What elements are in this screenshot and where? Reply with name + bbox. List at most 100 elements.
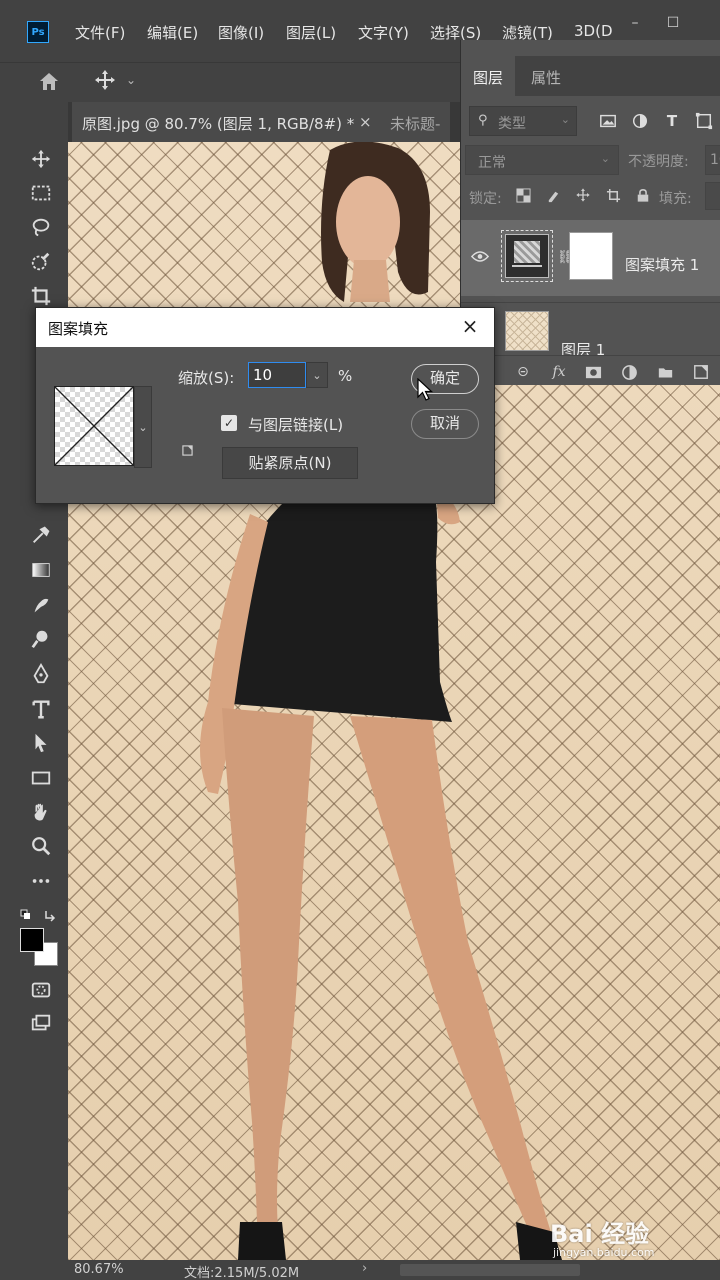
dialog-title: 图案填充 (48, 320, 109, 338)
gradient-icon[interactable] (28, 557, 54, 583)
new-layer-icon[interactable] (691, 362, 711, 382)
opacity-label: 不透明度: (628, 154, 689, 170)
lock-transparent-icon[interactable] (513, 185, 533, 205)
layer-row-pattern-fill[interactable]: ⛓ 图案填充 1 (461, 220, 720, 296)
dodge-icon[interactable] (28, 626, 54, 652)
scale-input[interactable]: 10 (248, 362, 306, 388)
fill-input[interactable] (705, 182, 720, 210)
document-tab-bar: 原图.jpg @ 80.7% (图层 1, RGB/8#) * × 未标题- (68, 102, 460, 142)
tab-properties[interactable]: 属性 (519, 56, 573, 96)
maximize-button[interactable]: ☐ (660, 12, 686, 34)
more-tools-icon[interactable] (28, 868, 54, 894)
filter-type-label: 类型 (498, 116, 526, 132)
lock-pixels-icon[interactable] (543, 185, 563, 205)
move-tool-icon[interactable] (28, 146, 54, 172)
crop-icon[interactable] (28, 283, 54, 309)
chevron-down-icon[interactable]: ⌄ (306, 362, 328, 388)
layer-mask-thumbnail[interactable] (569, 232, 613, 280)
pen-icon[interactable] (28, 661, 54, 687)
hand-icon[interactable] (28, 799, 54, 825)
adjustment-layer-icon[interactable] (619, 362, 639, 382)
tab-layers[interactable]: 图层 (461, 56, 516, 96)
folder-icon[interactable] (655, 362, 675, 382)
menu-type[interactable]: 文字(Y) (358, 22, 409, 43)
dialog-titlebar: 图案填充 × (36, 308, 494, 347)
tools-panel (0, 102, 68, 1280)
panel-tab-bar: 图层 属性 (461, 56, 720, 96)
minimize-button[interactable]: – (622, 12, 648, 34)
smudge-icon[interactable] (28, 592, 54, 618)
chevron-down-icon[interactable]: ⌄ (126, 73, 136, 87)
blend-mode-select[interactable]: 正常 ⌄ (465, 145, 619, 175)
menu-image[interactable]: 图像(I) (218, 22, 264, 43)
filter-shape-icon[interactable] (693, 110, 715, 132)
filter-adjustment-icon[interactable] (629, 110, 651, 132)
lock-position-icon[interactable] (573, 185, 593, 205)
menu-file[interactable]: 文件(F) (75, 22, 125, 43)
swap-colors-icon[interactable] (20, 907, 60, 922)
home-icon[interactable] (36, 70, 64, 96)
menu-layer[interactable]: 图层(L) (286, 22, 336, 43)
link-with-layer-checkbox[interactable]: ✓ (221, 415, 237, 431)
options-bar: ⌄ (0, 62, 460, 102)
quick-select-icon[interactable] (28, 249, 54, 275)
move-icon[interactable] (93, 68, 119, 94)
eye-icon[interactable] (470, 250, 491, 266)
marquee-icon[interactable] (28, 180, 54, 206)
chevron-down-icon: ⌄ (600, 152, 610, 165)
filter-icons: T (597, 110, 720, 134)
watermark-url: jingyan.baidu.com (553, 1246, 655, 1259)
layers-panel-footer: ⊝ fx (461, 355, 720, 385)
horizontal-scrollbar[interactable] (400, 1264, 580, 1276)
scale-unit: % (338, 367, 353, 385)
close-icon[interactable]: × (458, 314, 482, 338)
search-icon: ⚲ (478, 113, 488, 128)
close-icon[interactable]: × (359, 113, 372, 131)
menu-edit[interactable]: 编辑(E) (147, 22, 198, 43)
mouse-cursor-icon (417, 378, 433, 401)
layer-filter-select[interactable]: ⚲ 类型 ⌄ (469, 106, 577, 136)
blend-mode-value: 正常 (478, 155, 506, 171)
type-icon[interactable] (28, 696, 54, 722)
lock-label: 锁定: (469, 191, 502, 207)
foreground-color-swatch[interactable] (20, 928, 44, 952)
quick-mask-icon[interactable] (28, 977, 54, 1003)
chevron-down-icon[interactable]: ⌄ (134, 386, 152, 468)
cancel-button[interactable]: 取消 (411, 409, 479, 439)
zoom-level[interactable]: 80.67% (74, 1262, 124, 1277)
pattern-fill-dialog: 图案填充 × ⌄ 缩放(S): 10 ⌄ % ✓ 与图层链接(L) 贴紧原点(N… (35, 307, 495, 504)
document-tab-title: 原图.jpg @ 80.7% (图层 1, RGB/8#) * (82, 115, 355, 133)
zoom-icon[interactable] (28, 833, 54, 859)
photoshop-logo: Ps (27, 21, 49, 43)
lock-artboard-icon[interactable] (603, 185, 623, 205)
layer-thumbnail[interactable] (505, 311, 549, 351)
rectangle-icon[interactable] (28, 765, 54, 791)
filter-type-icon[interactable]: T (661, 110, 683, 132)
link-layers-icon[interactable]: ⊝ (513, 362, 533, 382)
filter-pixel-icon[interactable] (597, 110, 619, 132)
opacity-input[interactable]: 10 (705, 145, 720, 175)
fx-icon[interactable]: fx (549, 362, 569, 382)
color-swatches[interactable] (20, 928, 60, 966)
path-select-icon[interactable] (28, 730, 54, 756)
add-mask-icon[interactable] (583, 362, 603, 382)
snap-to-origin-button[interactable]: 贴紧原点(N) (222, 447, 358, 479)
document-size: 文档:2.15M/5.02M (184, 1266, 300, 1280)
status-menu-arrow[interactable]: › (362, 1261, 367, 1276)
layer-row-layer-1[interactable]: 图层 1 (461, 302, 720, 359)
document-tab-untitled[interactable]: 未标题- (390, 113, 440, 134)
lock-all-icon[interactable] (633, 185, 653, 205)
link-with-layer-label[interactable]: 与图层链接(L) (248, 414, 343, 435)
layer-name[interactable]: 图案填充 1 (625, 254, 699, 275)
lasso-icon[interactable] (28, 214, 54, 240)
new-preset-icon[interactable] (182, 445, 193, 459)
pattern-picker[interactable] (54, 386, 134, 466)
chevron-down-icon: ⌄ (560, 113, 570, 126)
menu-3d[interactable]: 3D(D (574, 22, 613, 40)
pattern-fill-thumbnail[interactable] (505, 234, 549, 278)
watermark-logo: Bai 经验 (550, 1220, 650, 1248)
screen-mode-icon[interactable] (28, 1010, 54, 1036)
healing-icon[interactable] (28, 522, 54, 548)
scale-label: 缩放(S): (178, 369, 235, 387)
fill-label: 填充: (659, 191, 692, 207)
